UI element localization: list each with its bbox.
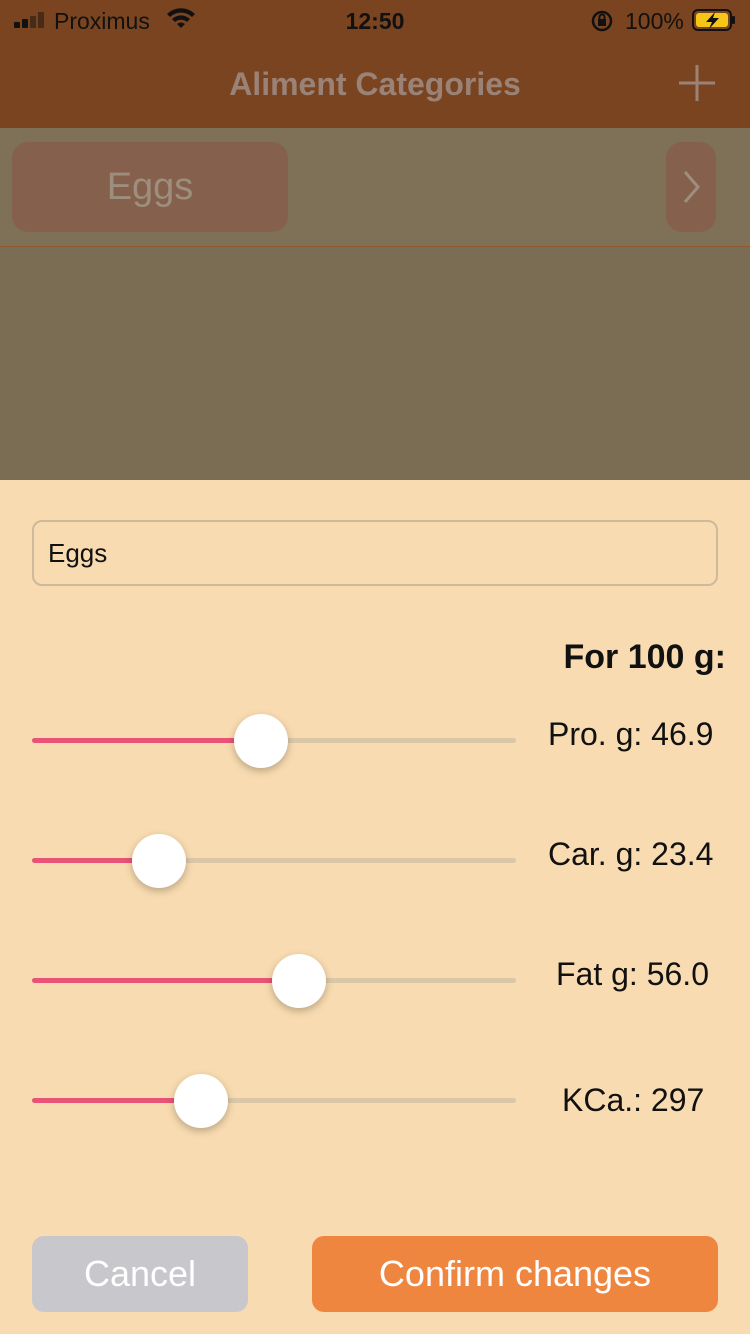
carbs-slider[interactable]	[32, 830, 516, 890]
unit-heading: For 100 g:	[563, 638, 726, 676]
slider-thumb[interactable]	[234, 714, 288, 768]
slider-thumb[interactable]	[132, 834, 186, 888]
category-button[interactable]: Eggs	[12, 142, 288, 232]
kcal-slider[interactable]	[32, 1070, 516, 1130]
battery-charging-icon	[692, 9, 735, 31]
orientation-lock-icon	[591, 10, 613, 32]
protein-value: Pro. g: 46.9	[548, 716, 714, 752]
battery-percent: 100%	[625, 8, 684, 34]
add-category-button[interactable]	[676, 62, 718, 104]
slider-fill	[32, 978, 299, 983]
protein-slider[interactable]	[32, 710, 516, 770]
plus-icon	[679, 65, 715, 101]
edit-category-sheet: For 100 g: Pro. g: 46.9 Car. g: 23.4 Fat…	[0, 480, 750, 1334]
status-bar: Proximus 12:50 100%	[0, 0, 750, 40]
fat-slider[interactable]	[32, 950, 516, 1010]
chevron-right-icon	[683, 171, 700, 203]
list-item: Eggs	[0, 128, 750, 247]
category-name-input[interactable]	[32, 520, 718, 586]
category-list: Eggs	[0, 128, 750, 480]
category-detail-button[interactable]	[666, 142, 716, 232]
cancel-button[interactable]: Cancel	[32, 1236, 248, 1312]
page-title: Aliment Categories	[229, 66, 521, 102]
slider-thumb[interactable]	[272, 954, 326, 1008]
slider-thumb[interactable]	[174, 1074, 228, 1128]
slider-fill	[32, 738, 261, 743]
navigation-bar: Proximus 12:50 100% Aliment Categories	[0, 0, 750, 128]
carbs-value: Car. g: 23.4	[548, 836, 714, 872]
kcal-value: KCa.: 297	[562, 1082, 705, 1118]
fat-value: Fat g: 56.0	[556, 956, 709, 992]
confirm-changes-button[interactable]: Confirm changes	[312, 1236, 718, 1312]
